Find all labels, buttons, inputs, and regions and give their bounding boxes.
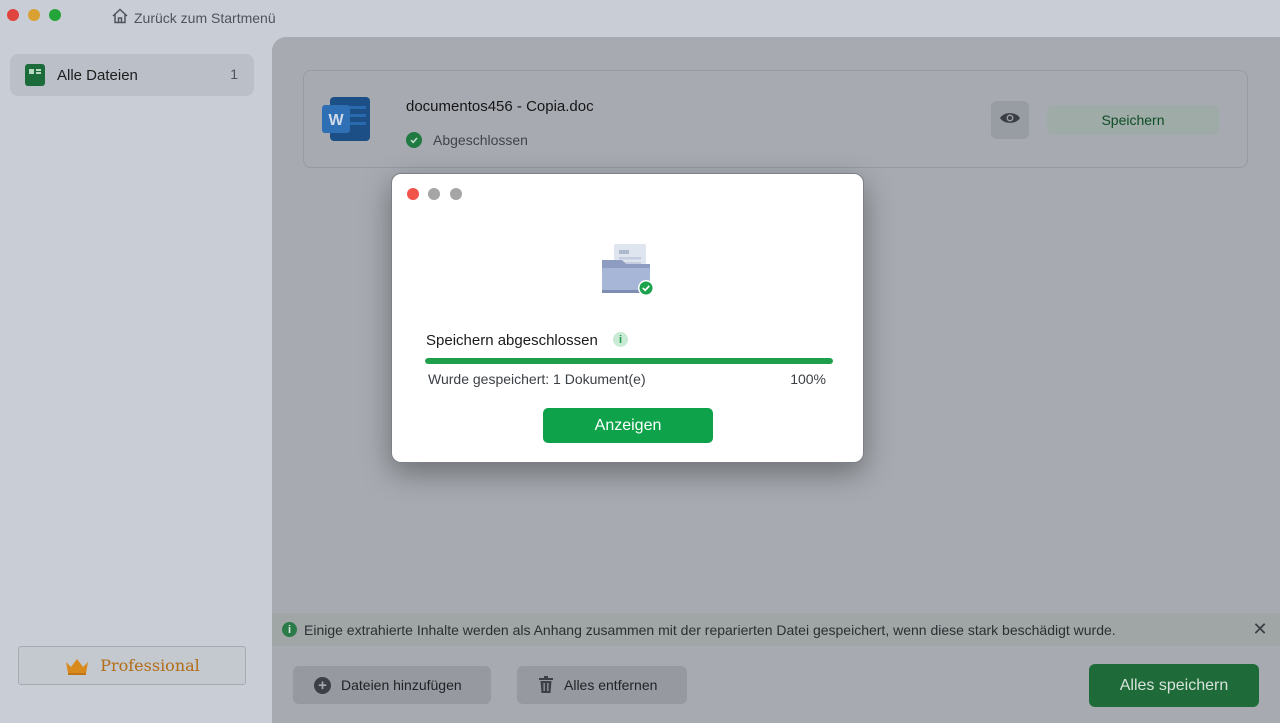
close-icon[interactable]: ✕ [1250,619,1270,639]
info-icon[interactable]: i [613,332,628,347]
back-to-start-link[interactable]: Zurück zum Startmenü [111,7,276,28]
add-files-button[interactable]: + Dateien hinzufügen [293,666,491,704]
professional-upgrade-button[interactable]: Professional [18,646,246,685]
remove-all-label: Alles entfernen [564,677,658,693]
dialog-zoom-button [450,188,462,200]
show-button[interactable]: Anzeigen [543,408,713,443]
sidebar-item-label: Alle Dateien [57,67,138,84]
check-icon [406,132,422,148]
info-bar: i Einige extrahierte Inhalte werden als … [272,613,1280,646]
dialog-title: Speichern abgeschlossen [426,332,598,349]
window-zoom-button[interactable] [49,9,61,21]
dialog-minimize-button [428,188,440,200]
sidebar-item-count: 1 [230,66,238,82]
trash-icon [538,676,554,694]
dialog-close-button[interactable] [407,188,419,200]
eye-icon [999,110,1021,131]
sidebar-item-all-files[interactable]: Alle Dateien 1 [10,54,254,96]
title-bar: Zurück zum Startmenü [0,0,1280,32]
svg-text:W: W [328,112,344,129]
info-icon: i [282,622,297,637]
professional-label: Professional [100,656,200,675]
info-bar-text: Einige extrahierte Inhalte werden als An… [304,622,1116,638]
add-files-label: Dateien hinzufügen [341,677,462,693]
file-name: documentos456 - Copia.doc [406,98,594,115]
progress-bar [425,358,833,364]
progress-percent: 100% [790,371,826,387]
plus-icon: + [314,676,331,694]
word-document-icon: W [320,96,372,142]
window-minimize-button[interactable] [28,9,40,21]
save-complete-dialog: Speichern abgeschlossen i Wurde gespeich… [391,173,864,463]
save-all-button[interactable]: Alles speichern [1089,664,1259,707]
folder-icon [25,64,45,86]
progress-bar-fill [425,358,833,364]
file-status-text: Abgeschlossen [433,132,528,148]
back-to-start-label: Zurück zum Startmenü [134,9,276,26]
crown-icon [64,656,90,676]
home-icon [111,7,129,28]
file-status: Abgeschlossen [406,132,528,148]
save-file-button[interactable]: Speichern [1047,105,1219,135]
folder-check-icon [600,242,658,298]
window-close-button[interactable] [7,9,19,21]
sidebar: Alle Dateien 1 Professional [0,32,272,723]
file-card: W documentos456 - Copia.doc Abgeschlosse… [303,70,1248,168]
preview-button[interactable] [991,101,1029,139]
remove-all-button[interactable]: Alles entfernen [517,666,687,704]
saved-count-text: Wurde gespeichert: 1 Dokument(e) [428,371,646,387]
